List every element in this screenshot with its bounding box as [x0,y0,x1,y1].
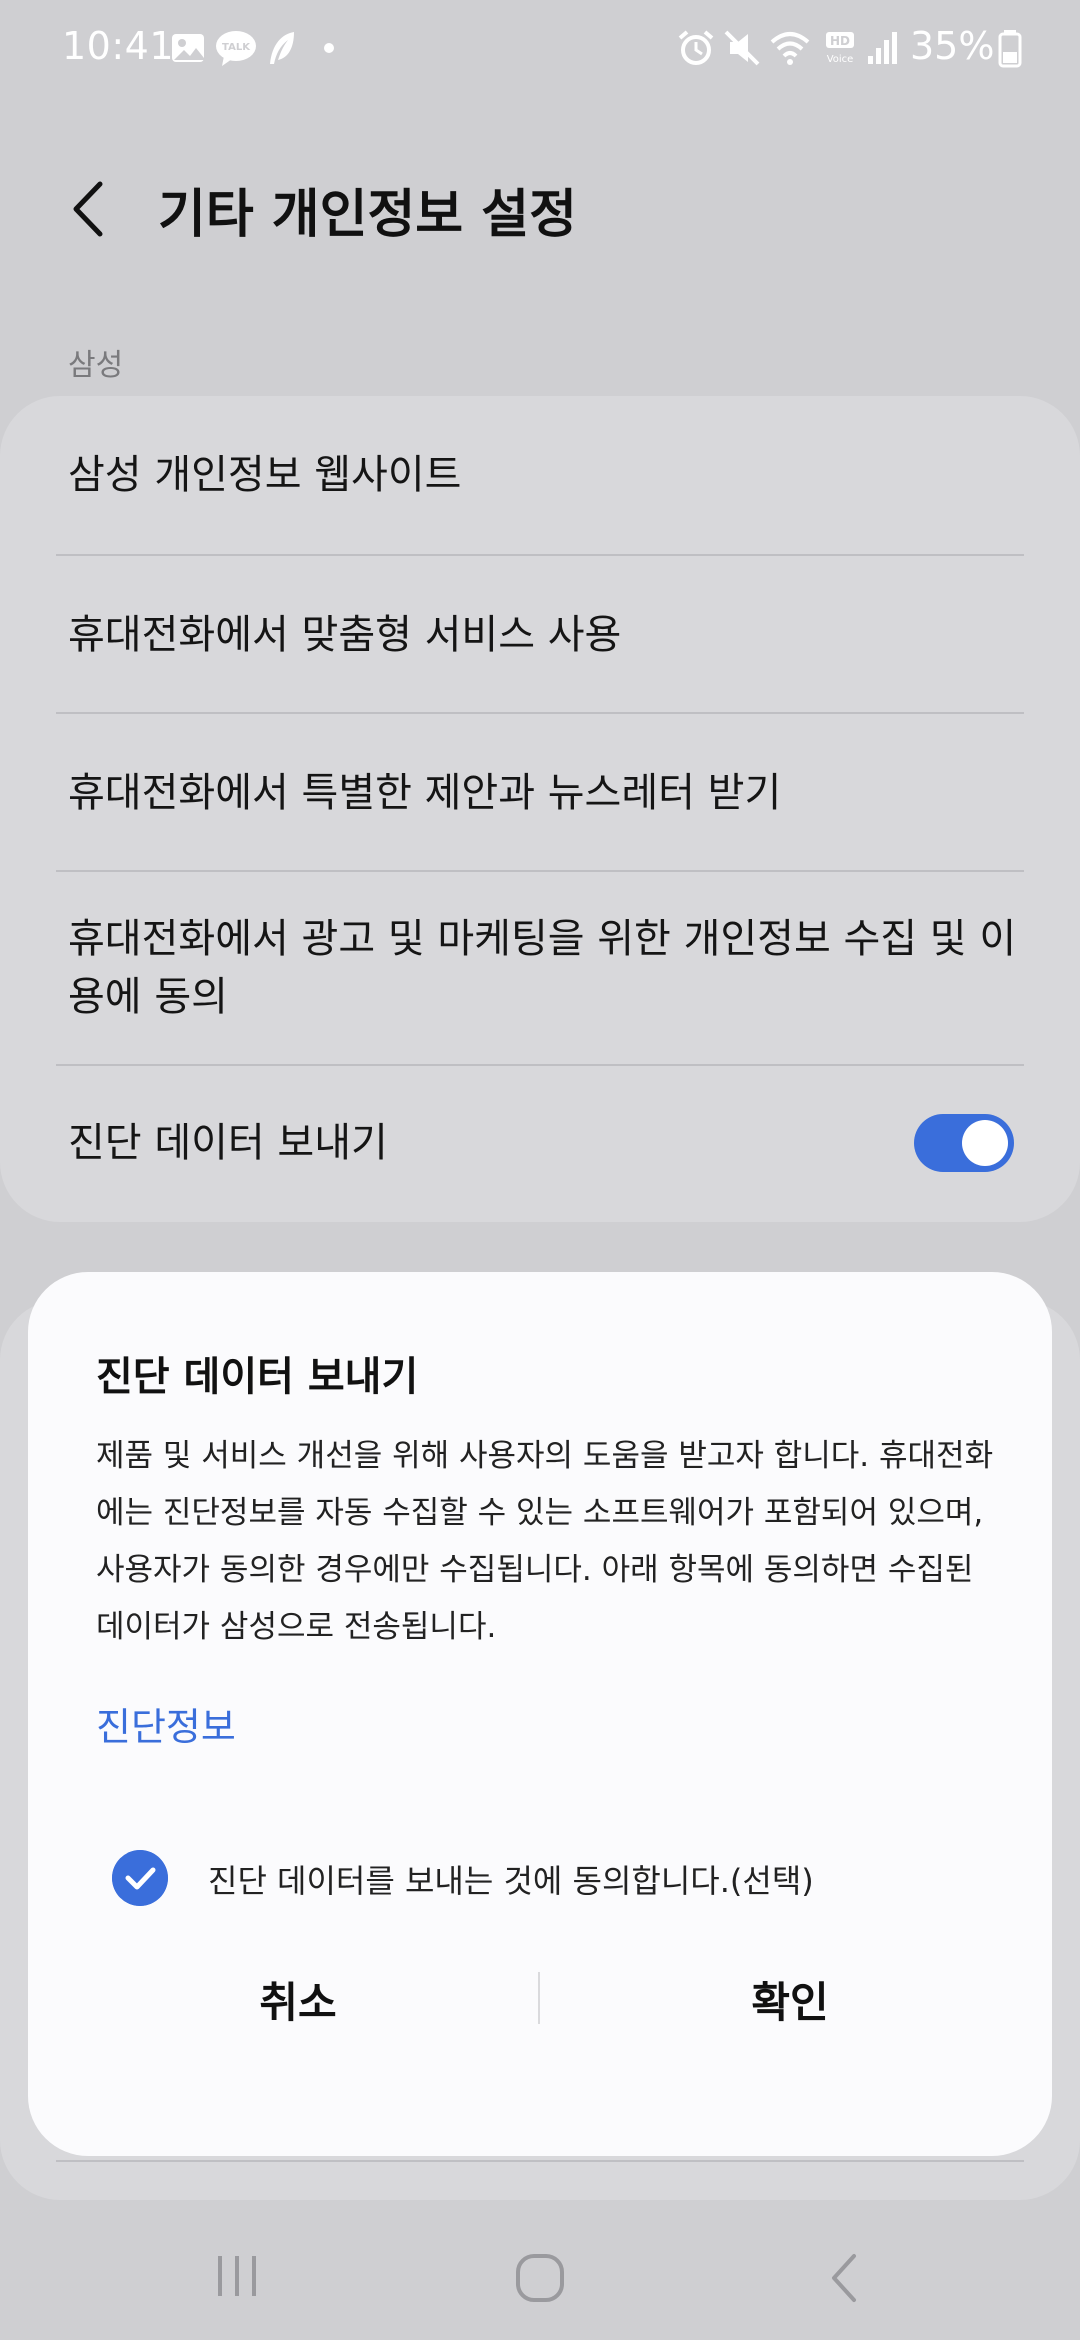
status-bar: 10:41 TALK HD Voice 35% [0,0,1080,100]
hd-voice-icon: HD Voice [826,32,854,65]
settings-item-customization-service[interactable]: 휴대전화에서 맞춤형 서비스 사용 [68,606,1024,664]
button-divider [538,1972,540,2024]
diagnostic-data-dialog: 진단 데이터 보내기 제품 및 서비스 개선을 위해 사용자의 도움을 받고자 … [28,1272,1052,2156]
toggle-knob [962,1120,1008,1166]
back-icon[interactable] [826,2252,862,2304]
home-icon[interactable] [514,2252,566,2304]
divider [56,554,1024,556]
recent-apps-icon[interactable] [212,2252,262,2300]
alarm-icon [678,30,714,65]
settings-item-privacy-website[interactable]: 삼성 개인정보 웹사이트 [68,446,1024,504]
divider [56,2160,1024,2162]
settings-item-ad-marketing-consent[interactable]: 휴대전화에서 광고 및 마케팅을 위한 개인정보 수집 및 이용에 동의 [68,910,1024,1026]
dot-icon [324,43,334,53]
dialog-title: 진단 데이터 보내기 [96,1354,419,1400]
settings-item-send-diagnostic-data[interactable]: 진단 데이터 보내기 [68,1114,1024,1172]
diagnostic-data-toggle[interactable] [914,1114,1014,1172]
status-time: 10:41 [62,24,175,68]
cancel-button[interactable]: 취소 [88,1948,508,2058]
diagnostic-info-link[interactable]: 진단정보 [96,1696,236,1751]
svg-text:TALK: TALK [222,42,251,53]
confirm-button[interactable]: 확인 [580,1948,1000,2058]
svg-text:HD: HD [830,34,850,48]
page-title: 기타 개인정보 설정 [158,185,577,245]
consent-checkbox[interactable] [112,1850,168,1906]
divider [56,1064,1024,1066]
divider [56,870,1024,872]
section-label: 삼성 [68,348,124,383]
gallery-icon [172,34,204,62]
navigation-bar [0,2200,1080,2340]
signal-icon [868,32,897,64]
feather-icon [270,32,294,64]
wifi-icon [770,32,810,65]
talk-icon: TALK [216,31,256,66]
battery-percent: 35% [910,24,995,68]
settings-item-special-offers[interactable]: 휴대전화에서 특별한 제안과 뉴스레터 받기 [68,764,1024,822]
back-arrow-icon[interactable] [66,180,110,238]
battery-icon [998,30,1022,68]
consent-checkbox-label[interactable]: 진단 데이터를 보내는 것에 동의합니다.(선택) [208,1856,814,1902]
divider [56,712,1024,714]
dialog-body-text: 제품 및 서비스 개선을 위해 사용자의 도움을 받고자 합니다. 휴대전화에는… [96,1438,994,1645]
mute-icon [724,30,760,66]
svg-text:Voice: Voice [827,54,854,65]
